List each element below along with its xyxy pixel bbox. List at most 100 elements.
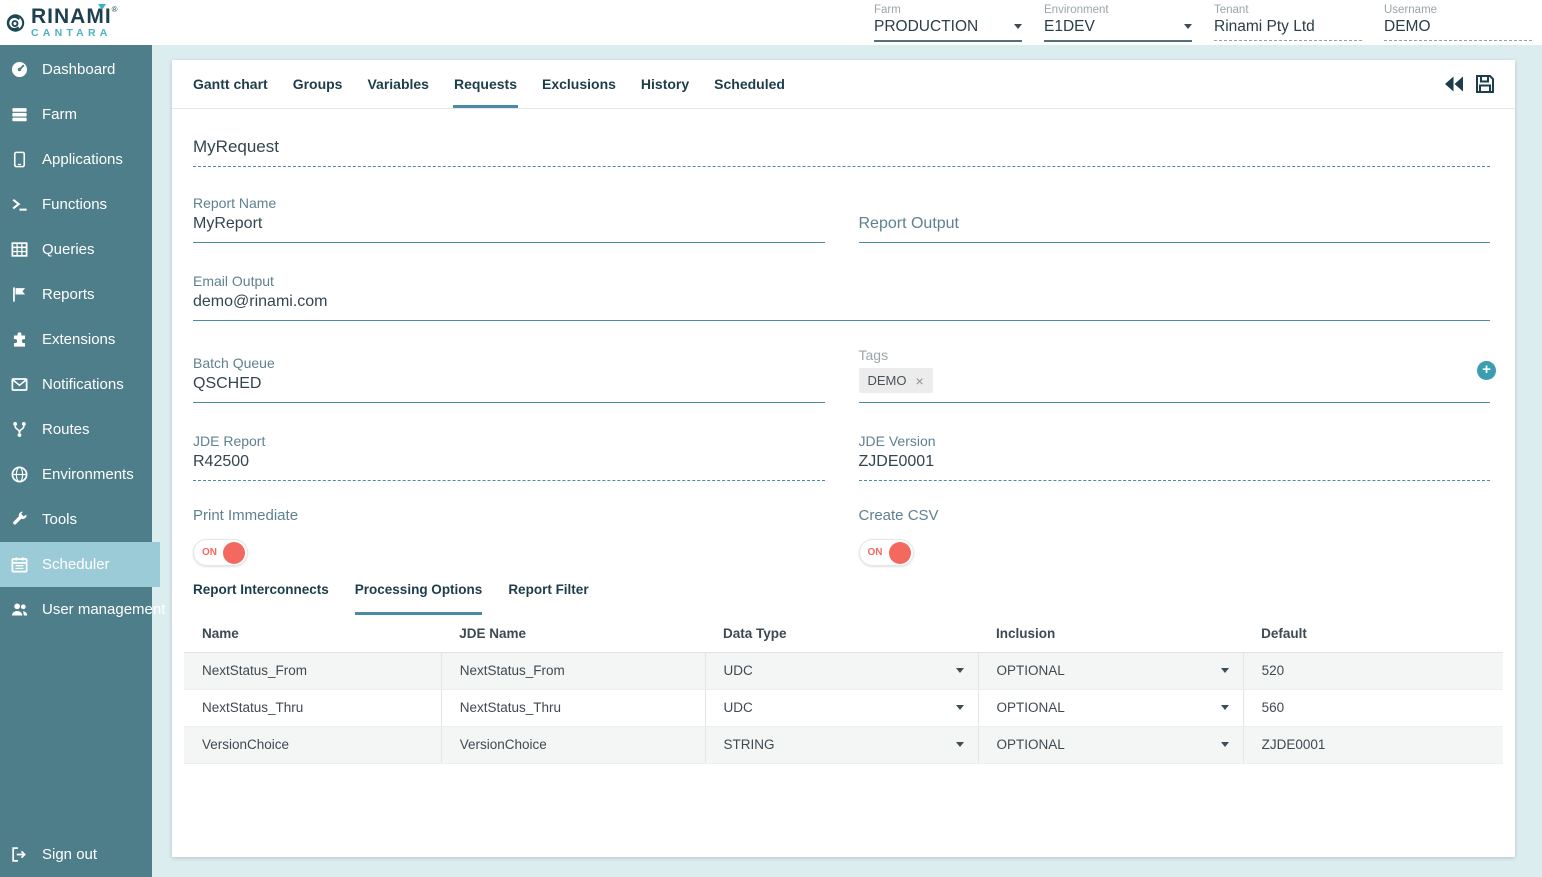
environment-label: Environment — [1044, 4, 1192, 16]
chevron-down-icon — [956, 742, 964, 747]
subtab-report-interconnects[interactable]: Report Interconnects — [193, 582, 329, 615]
tab-gantt-chart[interactable]: Gantt chart — [192, 60, 269, 108]
save-icon[interactable] — [1473, 72, 1497, 96]
tag-chip[interactable]: DEMO × — [859, 368, 933, 393]
column-header-inclusion: Inclusion — [978, 615, 1243, 652]
sidebar-item-routes[interactable]: Routes — [0, 407, 152, 452]
sidebar-item-dashboard[interactable]: Dashboard — [0, 47, 152, 92]
flag-icon — [10, 285, 29, 304]
tab-requests[interactable]: Requests — [453, 60, 518, 108]
toggle-knob — [889, 542, 911, 564]
farm-select[interactable]: PRODUCTION — [874, 18, 1022, 42]
tab-scheduled[interactable]: Scheduled — [713, 60, 786, 108]
sidebar-item-applications[interactable]: Applications — [0, 137, 152, 182]
tablet-icon — [10, 150, 29, 169]
chevron-down-icon — [956, 705, 964, 710]
sidebar-item-extensions[interactable]: Extensions — [0, 317, 152, 362]
data-type-select[interactable]: UDC — [705, 652, 978, 689]
name-cell[interactable]: NextStatus_From — [184, 652, 441, 689]
toggle-knob — [223, 542, 245, 564]
print-immediate-label: Print Immediate — [193, 507, 825, 524]
tags-label: Tags — [859, 347, 1491, 363]
subtab-processing-options[interactable]: Processing Options — [355, 582, 483, 615]
toggle-on-label: ON — [202, 547, 217, 558]
tags-field: Tags DEMO × + — [859, 347, 1491, 403]
globe-icon — [10, 465, 29, 484]
tab-exclusions[interactable]: Exclusions — [541, 60, 617, 108]
default-cell[interactable]: 560 — [1243, 689, 1503, 726]
farm-field: Farm PRODUCTION — [874, 4, 1022, 42]
subtab-bar: Report Interconnects Processing Options … — [172, 576, 1515, 615]
report-name-input[interactable]: MyReport — [193, 215, 825, 233]
sidebar-item-scheduler[interactable]: Scheduler — [0, 542, 160, 587]
jde-version-field: JDE Version ZJDE0001 — [859, 429, 1491, 481]
username-input[interactable]: DEMO — [1384, 18, 1532, 41]
report-output-input[interactable]: Report Output — [859, 215, 1491, 233]
tab-bar: Gantt chart Groups Variables Requests Ex… — [172, 60, 1515, 109]
puzzle-icon — [10, 330, 29, 349]
column-header-default: Default — [1243, 615, 1503, 652]
tenant-input[interactable]: Rinami Pty Ltd — [1214, 18, 1362, 41]
sidebar: Dashboard Farm Applications Functions Qu… — [0, 45, 152, 877]
sidebar-item-tools[interactable]: Tools — [0, 497, 152, 542]
branch-icon — [10, 420, 29, 439]
create-csv-field: Create CSV ON — [859, 507, 1491, 566]
default-cell[interactable]: ZJDE0001 — [1243, 726, 1503, 763]
inclusion-select[interactable]: OPTIONAL — [978, 652, 1243, 689]
column-header-jde-name: JDE Name — [441, 615, 705, 652]
processing-options-table: Name JDE Name Data Type Inclusion Defaul… — [184, 615, 1503, 764]
jde-name-cell: VersionChoice — [441, 726, 705, 763]
email-output-field: Email Output demo@rinami.com — [193, 269, 1490, 321]
tab-variables[interactable]: Variables — [366, 60, 430, 108]
inclusion-select[interactable]: OPTIONAL — [978, 689, 1243, 726]
jde-name-cell: NextStatus_From — [441, 652, 705, 689]
tenant-label: Tenant — [1214, 4, 1362, 16]
remove-tag-icon[interactable]: × — [916, 374, 924, 388]
jde-report-input[interactable]: R42500 — [193, 453, 825, 471]
name-cell[interactable]: VersionChoice — [184, 726, 441, 763]
users-icon — [10, 600, 29, 619]
batch-queue-input[interactable]: QSCHED — [193, 375, 825, 393]
data-type-select[interactable]: UDC — [705, 689, 978, 726]
jde-version-label: JDE Version — [859, 433, 1491, 449]
plus-circle-icon[interactable]: + — [1477, 361, 1496, 380]
sidebar-item-user-management[interactable]: User management — [0, 587, 152, 632]
create-csv-toggle[interactable]: ON — [859, 539, 914, 566]
tab-history[interactable]: History — [640, 60, 690, 108]
request-name-input[interactable]: MyRequest — [193, 137, 1490, 167]
sidebar-item-farm[interactable]: Farm — [0, 92, 152, 137]
tab-groups[interactable]: Groups — [292, 60, 344, 108]
tenant-field: Tenant Rinami Pty Ltd — [1214, 4, 1362, 42]
sidebar-item-functions[interactable]: Functions — [0, 182, 152, 227]
batch-queue-field: Batch Queue QSCHED — [193, 347, 825, 403]
name-cell[interactable]: NextStatus_Thru — [184, 689, 441, 726]
brand-subname: CANTARA — [31, 28, 118, 39]
chevron-down-icon — [1221, 668, 1229, 673]
dashboard-gauge-icon — [10, 60, 29, 79]
chevron-down-icon — [1184, 24, 1192, 29]
sidebar-item-queries[interactable]: Queries — [0, 227, 152, 272]
default-cell[interactable]: 520 — [1243, 652, 1503, 689]
report-name-field: Report Name MyReport — [193, 191, 825, 243]
farm-label: Farm — [874, 4, 1022, 16]
column-header-name: Name — [184, 615, 441, 652]
inclusion-select[interactable]: OPTIONAL — [978, 726, 1243, 763]
print-immediate-field: Print Immediate ON — [193, 507, 825, 566]
chevron-down-icon — [1014, 24, 1022, 29]
wrench-icon — [10, 510, 29, 529]
sidebar-item-sign-out[interactable]: Sign out — [0, 832, 152, 877]
table-row: VersionChoice VersionChoice STRING OPTIO… — [184, 726, 1503, 763]
create-csv-label: Create CSV — [859, 507, 1491, 524]
environment-select[interactable]: E1DEV — [1044, 18, 1192, 42]
sidebar-item-reports[interactable]: Reports — [0, 272, 152, 317]
print-immediate-toggle[interactable]: ON — [193, 539, 248, 566]
email-output-input[interactable]: demo@rinami.com — [193, 293, 1490, 311]
subtab-report-filter[interactable]: Report Filter — [508, 582, 588, 615]
server-stack-icon — [10, 105, 29, 124]
jde-version-input[interactable]: ZJDE0001 — [859, 453, 1491, 471]
rewind-icon[interactable] — [1442, 72, 1466, 96]
sidebar-item-environments[interactable]: Environments — [0, 452, 152, 497]
table-row: NextStatus_Thru NextStatus_Thru UDC OPTI… — [184, 689, 1503, 726]
data-type-select[interactable]: STRING — [705, 726, 978, 763]
sidebar-item-notifications[interactable]: Notifications — [0, 362, 152, 407]
